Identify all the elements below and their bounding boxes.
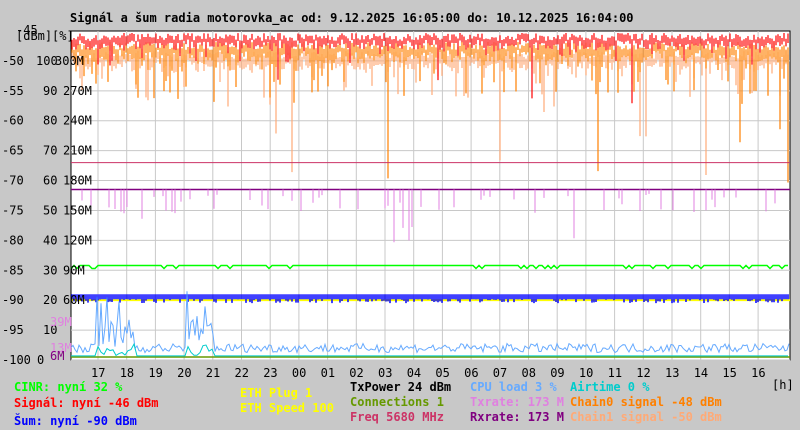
y-tick-pct: 70 — [43, 144, 57, 158]
y-tick-dbm: -45 — [16, 23, 38, 37]
x-tick-label: 02 — [349, 366, 363, 380]
y-tick-pct: 30 — [43, 263, 57, 277]
x-tick-label: 21 — [206, 366, 220, 380]
chart-title: Signál a šum radia motorovka_ac od: 9.12… — [70, 11, 634, 26]
y-tick-dbm: -95 — [2, 323, 24, 337]
y-tick-pct: 80 — [43, 114, 57, 128]
y-tick-rate: 270M — [63, 84, 92, 98]
y-tick-pct: 40 — [43, 233, 57, 247]
legend-eth-plug: ETH Plug 1 — [240, 386, 313, 400]
y-tick-pct: 20 — [43, 293, 57, 307]
legend-rxrate: Rxrate: 173 M — [470, 410, 564, 424]
x-tick-label: 11 — [608, 366, 622, 380]
x-tick-label: 07 — [493, 366, 507, 380]
legend-chain1: Chain1 signal -50 dBm — [570, 410, 722, 424]
x-tick-label: 15 — [722, 366, 736, 380]
y-extra-label: 6M — [50, 349, 64, 363]
y-tick-dbm: -55 — [2, 84, 24, 98]
y-unit-pct: [%] — [52, 29, 74, 43]
y-tick-dbm: -90 — [2, 293, 24, 307]
y-tick-dbm: -50 — [2, 54, 24, 68]
legend-connections: Connections 1 — [350, 395, 444, 409]
x-tick-label: 09 — [550, 366, 564, 380]
x-tick-label: 08 — [522, 366, 536, 380]
legend-cpu: CPU load 3 % — [470, 380, 557, 394]
legend-airtime: Airtime 0 % — [570, 380, 650, 394]
chart-window: Signál a šum radia motorovka_ac od: 9.12… — [0, 0, 800, 430]
x-tick-label: 01 — [321, 366, 335, 380]
y-tick-pct: 60 — [43, 174, 57, 188]
y-tick-pct: 90 — [43, 84, 57, 98]
legend-freq: Freq 5680 MHz — [350, 410, 444, 424]
x-tick-label: 04 — [407, 366, 421, 380]
legend-chain0: Chain0 signal -48 dBm — [570, 395, 722, 409]
y-tick-pct: 0 — [37, 353, 44, 367]
y-tick-rate: 150M — [63, 203, 92, 217]
signal-noise-chart: Signál a šum radia motorovka_ac od: 9.12… — [2, 11, 794, 392]
y-tick-dbm: -85 — [2, 263, 24, 277]
x-unit: [h] — [772, 378, 794, 392]
y-tick-rate: 120M — [63, 233, 92, 247]
y-tick-dbm: -100 — [2, 353, 31, 367]
legend-txpower: TxPower 24 dBm — [350, 380, 452, 394]
y-tick-dbm: -60 — [2, 114, 24, 128]
plot-area — [70, 30, 791, 361]
legend-noise: Šum: nyní -90 dBm — [14, 414, 137, 428]
y-tick-dbm: -65 — [2, 144, 24, 158]
x-tick-label: 20 — [177, 366, 191, 380]
legend-txrate: Txrate: 173 M — [470, 395, 564, 409]
x-tick-label: 03 — [378, 366, 392, 380]
legend-signal: Signál: nyní -46 dBm — [14, 396, 159, 410]
y-tick-dbm: -70 — [2, 174, 24, 188]
x-tick-label: 14 — [694, 366, 708, 380]
x-tick-label: 13 — [665, 366, 679, 380]
x-tick-label: 00 — [292, 366, 306, 380]
y-tick-rate: 210M — [63, 144, 92, 158]
y-extra-label: 39M — [50, 315, 72, 329]
y-tick-rate: 60M — [63, 293, 85, 307]
x-tick-label: 17 — [91, 366, 105, 380]
x-tick-label: 22 — [235, 366, 249, 380]
x-tick-label: 18 — [120, 366, 134, 380]
y-tick-rate: 300M — [55, 54, 84, 68]
x-tick-label: 23 — [263, 366, 277, 380]
y-tick-dbm: -80 — [2, 233, 24, 247]
y-tick-rate: 240M — [63, 114, 92, 128]
y-tick-rate: 180M — [63, 174, 92, 188]
x-tick-label: 12 — [636, 366, 650, 380]
legend-eth-speed: ETH Speed 100 — [240, 401, 334, 415]
x-tick-label: 10 — [579, 366, 593, 380]
x-tick-label: 19 — [148, 366, 162, 380]
y-tick-rate: 90M — [63, 263, 85, 277]
x-tick-label: 16 — [751, 366, 765, 380]
legend-cinr: CINR: nyní 32 % — [14, 380, 123, 394]
x-tick-label: 05 — [435, 366, 449, 380]
y-tick-pct: 50 — [43, 203, 57, 217]
x-tick-label: 06 — [464, 366, 478, 380]
y-tick-dbm: -75 — [2, 203, 24, 217]
